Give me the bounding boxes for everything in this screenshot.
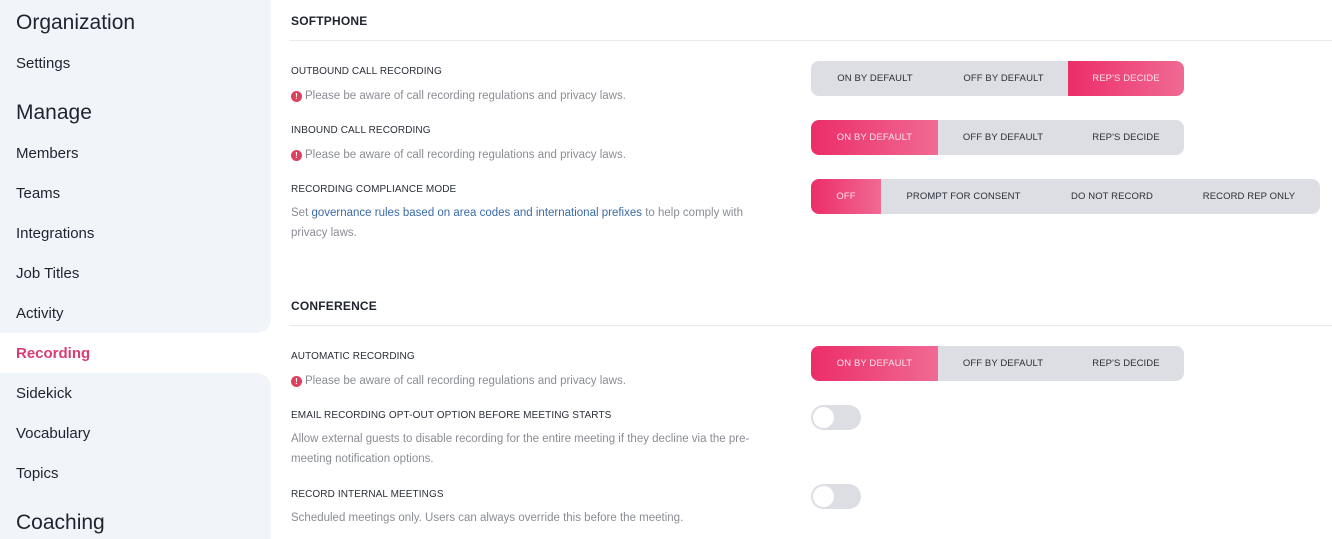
outbound-recording-selector: ON BY DEFAULT OFF BY DEFAULT REP'S DECID…	[811, 61, 1184, 96]
warning-text: Please be aware of call recording regula…	[305, 375, 626, 387]
record-internal-meetings-toggle[interactable]	[811, 484, 861, 509]
option-off-by-default[interactable]: OFF BY DEFAULT	[938, 120, 1068, 155]
option-reps-decide[interactable]: REP'S DECIDE	[1068, 346, 1184, 381]
option-on-by-default[interactable]: ON BY DEFAULT	[811, 346, 938, 381]
inbound-warning: ! Please be aware of call recording regu…	[291, 145, 771, 165]
email-opt-out-description: Allow external guests to disable recordi…	[291, 433, 750, 465]
section-title-softphone: SOFTPHONE	[291, 14, 368, 28]
section-title-conference: CONFERENCE	[291, 299, 378, 313]
option-off-by-default[interactable]: OFF BY DEFAULT	[938, 346, 1068, 381]
option-on-by-default[interactable]: ON BY DEFAULT	[811, 120, 938, 155]
sidebar-item-job-titles[interactable]: Job Titles	[16, 265, 79, 282]
option-off[interactable]: OFF	[811, 179, 881, 214]
sidebar-heading-manage: Manage	[16, 101, 92, 124]
sidebar-item-recording[interactable]: Recording	[16, 345, 90, 362]
email-opt-out-label: EMAIL RECORDING OPT-OUT OPTION BEFORE ME…	[291, 410, 612, 421]
compliance-mode-label: RECORDING COMPLIANCE MODE	[291, 184, 457, 195]
option-reps-decide[interactable]: REP'S DECIDE	[1068, 61, 1184, 96]
sidebar-item-sidekick[interactable]: Sidekick	[16, 385, 72, 402]
sidebar-item-integrations[interactable]: Integrations	[16, 225, 94, 242]
sidebar-item-settings[interactable]: Settings	[16, 55, 70, 72]
section-divider	[289, 325, 1332, 326]
section-divider	[289, 40, 1332, 41]
sidebar: Organization Settings Manage Members Tea…	[0, 0, 271, 539]
warning-text: Please be aware of call recording regula…	[305, 149, 626, 161]
record-internal-meetings-description: Scheduled meetings only. Users can alway…	[291, 512, 684, 524]
option-reps-decide[interactable]: REP'S DECIDE	[1068, 120, 1184, 155]
toggle-knob	[813, 407, 834, 428]
warning-text: Please be aware of call recording regula…	[305, 90, 626, 102]
automatic-recording-label: AUTOMATIC RECORDING	[291, 351, 415, 362]
exclamation-circle-icon: !	[291, 375, 302, 387]
inbound-recording-selector: ON BY DEFAULT OFF BY DEFAULT REP'S DECID…	[811, 120, 1184, 155]
option-record-rep-only[interactable]: RECORD REP ONLY	[1178, 179, 1320, 214]
sidebar-item-members[interactable]: Members	[16, 145, 79, 162]
outbound-warning: ! Please be aware of call recording regu…	[291, 86, 771, 106]
toggle-knob	[813, 486, 834, 507]
sidebar-item-teams[interactable]: Teams	[16, 185, 60, 202]
sidebar-heading-coaching: Coaching	[16, 511, 105, 534]
sidebar-item-topics[interactable]: Topics	[16, 465, 59, 482]
inbound-call-recording-label: INBOUND CALL RECORDING	[291, 125, 431, 136]
governance-rules-link[interactable]: governance rules based on area codes and…	[311, 207, 642, 219]
sidebar-top-panel	[0, 0, 271, 333]
sidebar-item-activity[interactable]: Activity	[16, 305, 64, 322]
compliance-description: Set governance rules based on area codes…	[291, 203, 771, 243]
sidebar-heading-organization: Organization	[16, 11, 136, 34]
email-opt-out-toggle[interactable]	[811, 405, 861, 430]
recording-settings: SOFTPHONE OUTBOUND CALL RECORDING ! Plea…	[289, 0, 1332, 539]
option-prompt-for-consent[interactable]: PROMPT FOR CONSENT	[881, 179, 1046, 214]
automatic-recording-selector: ON BY DEFAULT OFF BY DEFAULT REP'S DECID…	[811, 346, 1184, 381]
compliance-desc-prefix: Set	[291, 207, 312, 219]
option-do-not-record[interactable]: DO NOT RECORD	[1046, 179, 1178, 214]
option-off-by-default[interactable]: OFF BY DEFAULT	[939, 61, 1068, 96]
record-internal-meetings-label: RECORD INTERNAL MEETINGS	[291, 489, 444, 500]
sidebar-item-vocabulary[interactable]: Vocabulary	[16, 425, 90, 442]
automatic-warning: ! Please be aware of call recording regu…	[291, 371, 771, 391]
compliance-mode-selector: OFF PROMPT FOR CONSENT DO NOT RECORD REC…	[811, 179, 1320, 214]
exclamation-circle-icon: !	[291, 149, 302, 161]
option-on-by-default[interactable]: ON BY DEFAULT	[811, 61, 939, 96]
exclamation-circle-icon: !	[291, 90, 302, 102]
outbound-call-recording-label: OUTBOUND CALL RECORDING	[291, 66, 442, 77]
